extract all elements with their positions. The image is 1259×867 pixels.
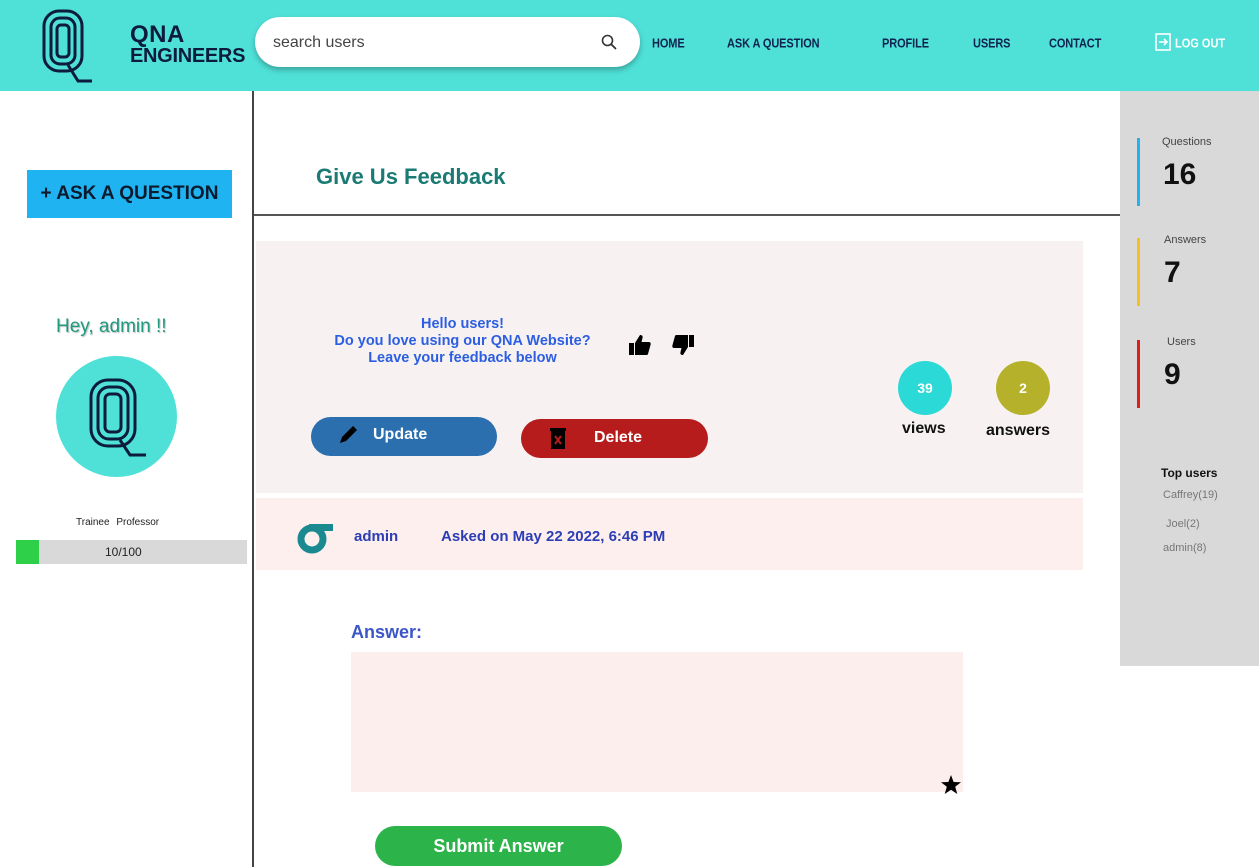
questions-stat-value: 16	[1163, 158, 1197, 191]
qna-logo-icon[interactable]	[38, 7, 94, 85]
update-button[interactable]: Update	[311, 417, 497, 456]
questions-stat-label: Questions	[1162, 136, 1212, 148]
thumbs-up-icon[interactable]	[628, 333, 652, 357]
user-sigma-icon[interactable]	[297, 516, 333, 556]
rank-labels: Trainee Professor	[76, 517, 160, 528]
logout-icon	[1155, 33, 1171, 51]
search-bar	[255, 17, 640, 67]
questions-stat-bar	[1137, 138, 1140, 206]
answer-label: Answer:	[351, 622, 423, 642]
nav-profile[interactable]: PROFILE	[882, 37, 929, 51]
views-count-badge: 39	[898, 361, 952, 415]
question-line-2: Do you love using our QNA Website?	[334, 333, 591, 349]
pencil-icon	[340, 426, 357, 443]
top-user-item[interactable]: Joel(2)	[1166, 518, 1200, 530]
brand-line1: QNA	[130, 21, 185, 48]
brand-line2: ENGINEERS	[130, 44, 246, 67]
submit-answer-button[interactable]: Submit Answer	[375, 826, 622, 866]
question-line-1: Hello users!	[421, 316, 504, 332]
answer-textarea[interactable]	[351, 652, 963, 792]
answers-count-badge: 2	[996, 361, 1050, 415]
avatar[interactable]	[56, 356, 177, 477]
brand-name[interactable]: QNA ENGINEERS	[130, 21, 246, 67]
thumbs-down-icon[interactable]	[671, 333, 695, 357]
nav-ask-question[interactable]: ASK A QUESTION	[727, 37, 820, 51]
ask-question-button[interactable]: + ASK A QUESTION	[27, 170, 232, 218]
greeting-text: Hey, admin !!	[56, 316, 167, 337]
nav-home[interactable]: HOME	[652, 37, 685, 51]
top-user-item[interactable]: Caffrey(19)	[1163, 489, 1218, 501]
title-divider	[254, 214, 1120, 216]
left-sidebar-divider	[252, 91, 254, 867]
question-body: Hello users! Do you love using our QNA W…	[304, 316, 621, 367]
delete-button[interactable]: Delete	[521, 419, 708, 458]
trash-icon	[550, 428, 566, 449]
delete-label: Delete	[594, 429, 643, 446]
logout-button[interactable]: LOG OUT	[1155, 33, 1225, 51]
logout-label: LOG OUT	[1175, 37, 1226, 51]
search-input[interactable]	[273, 30, 593, 56]
rank-progress-bar: 10/100	[16, 540, 247, 564]
users-stat-value: 9	[1164, 358, 1181, 391]
qna-avatar-icon	[89, 378, 146, 457]
star-icon[interactable]	[940, 774, 962, 796]
nav-users[interactable]: USERS	[973, 37, 1011, 51]
answers-label: answers	[986, 422, 1051, 439]
answers-stat-bar	[1137, 238, 1140, 306]
rank-progress-text: 10/100	[105, 545, 142, 559]
top-user-item[interactable]: admin(8)	[1163, 542, 1206, 554]
question-line-3: Leave your feedback below	[368, 350, 557, 366]
nav-contact[interactable]: CONTACT	[1049, 37, 1101, 51]
rank-progress-fill	[16, 540, 40, 564]
question-author[interactable]: admin	[354, 528, 398, 545]
page-title: Give Us Feedback	[316, 164, 506, 189]
top-users-title: Top users	[1161, 466, 1218, 480]
question-asked-date: Asked on May 22 2022, 6:46 PM	[441, 528, 666, 545]
search-icon[interactable]	[601, 34, 617, 50]
users-stat-label: Users	[1167, 336, 1196, 348]
users-stat-bar	[1137, 340, 1140, 408]
answers-stat-value: 7	[1164, 256, 1181, 289]
answers-stat-label: Answers	[1164, 234, 1207, 246]
views-label: views	[902, 420, 946, 437]
update-label: Update	[373, 426, 428, 443]
